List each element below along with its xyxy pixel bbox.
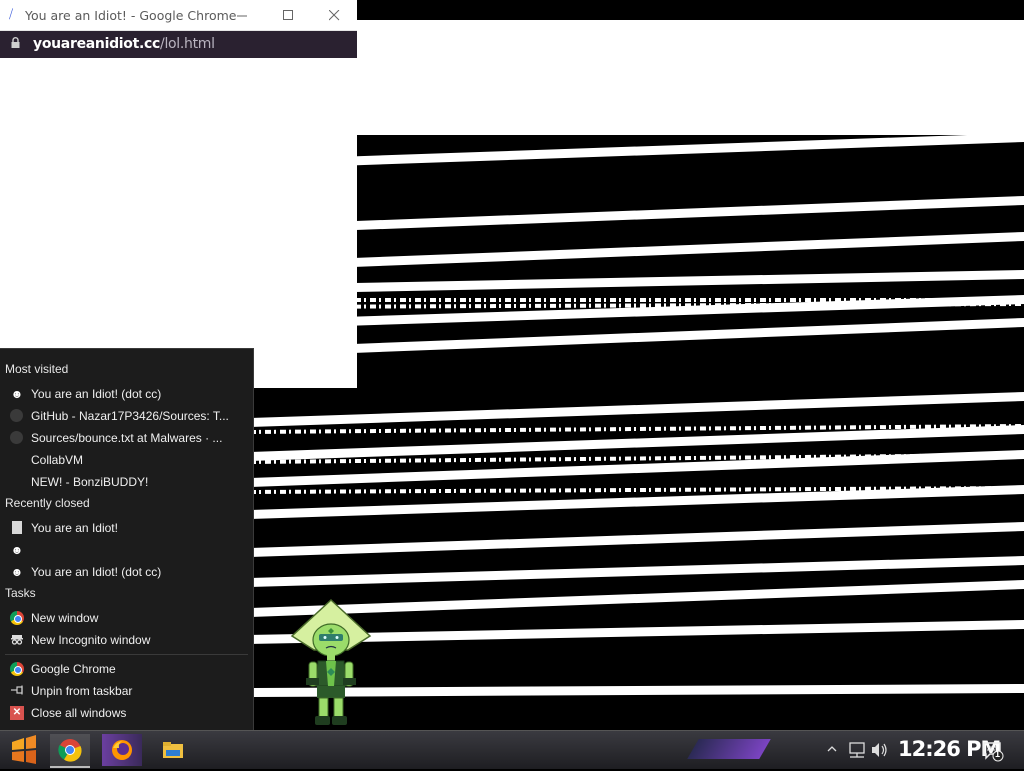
notification-icon — [983, 742, 1004, 762]
incognito-icon — [10, 633, 24, 647]
chrome-icon — [10, 611, 24, 625]
glitch-stripe — [250, 392, 1024, 427]
jump-list-item-label: Close all windows — [31, 706, 127, 720]
start-button[interactable] — [6, 734, 40, 766]
glitch-stripe — [357, 20, 1024, 135]
jump-list-item[interactable]: ☻ You are an Idiot! (dot cc) — [0, 383, 253, 405]
url-path: /lol.html — [160, 36, 215, 52]
smiley-icon: ☻ — [10, 387, 24, 401]
tasks-header: Tasks — [5, 586, 36, 600]
incognito-glyph — [11, 635, 23, 645]
close-all-windows-item[interactable]: ✕ Close all windows — [0, 702, 253, 724]
unpin-from-taskbar-item[interactable]: Unpin from taskbar — [0, 680, 253, 702]
minimize-icon — [236, 15, 247, 16]
jump-list-item-label: Sources/bounce.txt at Malwares · ... — [31, 431, 223, 445]
volume-icon[interactable] — [872, 743, 887, 757]
notification-count: 1 — [995, 749, 1001, 759]
page-icon — [12, 521, 22, 534]
close-button[interactable] — [311, 0, 357, 30]
minimize-button[interactable] — [219, 0, 265, 30]
pin-glyph — [10, 685, 23, 695]
smiley-icon: ☻ — [10, 565, 24, 579]
chrome-icon — [10, 662, 24, 676]
jump-list-item-label: New Incognito window — [31, 633, 151, 647]
jump-list-item-label: Google Chrome — [31, 662, 116, 676]
glitch-stripe — [250, 556, 1024, 587]
peridot-character — [290, 598, 372, 725]
jump-list: Most visited ☻ You are an Idiot! (dot cc… — [0, 348, 254, 731]
jump-list-item-label: You are an Idiot! — [31, 521, 118, 535]
jump-list-item[interactable]: NEW! - BonziBUDDY! — [0, 471, 253, 493]
chrome-icon — [58, 739, 82, 762]
github-icon — [10, 431, 23, 444]
jump-list-item[interactable]: ☻ — [0, 539, 253, 561]
loading-icon: ⧸ — [9, 7, 14, 21]
firefox-icon — [112, 740, 132, 760]
jump-list-item-label: CollabVM — [31, 453, 84, 467]
title-bar[interactable]: ⧸ You are an Idiot! - Google Chrome — [0, 0, 357, 31]
glitch-stripe — [250, 270, 1024, 294]
new-incognito-window-item[interactable]: New Incognito window — [0, 629, 253, 651]
taskbar-chrome-button[interactable] — [50, 734, 90, 768]
jump-list-item-label: You are an Idiot! (dot cc) — [31, 387, 162, 401]
glitch-stripe — [250, 133, 1024, 169]
jump-list-item[interactable]: Sources/bounce.txt at Malwares · ... — [0, 427, 253, 449]
jump-list-item[interactable]: ☻ You are an Idiot! (dot cc) — [0, 561, 253, 583]
chrome-window[interactable]: ⧸ You are an Idiot! - Google Chrome youa… — [0, 0, 357, 388]
jump-list-item-label: NEW! - BonziBUDDY! — [31, 475, 149, 489]
taskbar-firefox-button[interactable] — [102, 734, 142, 766]
taskbar-file-explorer-button[interactable] — [153, 734, 193, 766]
jump-list-separator — [5, 654, 248, 655]
unpin-icon — [10, 684, 24, 698]
jump-list-item-label: GitHub - Nazar17P3426/Sources: T... — [31, 409, 229, 423]
new-window-item[interactable]: New window — [0, 607, 253, 629]
jump-list-item[interactable]: You are an Idiot! — [0, 517, 253, 539]
close-all-icon: ✕ — [10, 706, 24, 720]
recently-closed-header: Recently closed — [5, 496, 90, 510]
taskbar-decoration — [687, 739, 771, 759]
system-tray[interactable] — [826, 731, 896, 769]
maximize-button[interactable] — [265, 0, 311, 30]
start-logo-icon — [12, 735, 36, 764]
chevron-up-icon[interactable] — [827, 746, 837, 752]
maximize-icon — [282, 9, 293, 20]
url-text[interactable]: youareanidiot.cc/lol.html — [33, 36, 215, 52]
jump-list-item-label: You are an Idiot! (dot cc) — [31, 565, 162, 579]
smiley-icon: ☻ — [10, 543, 24, 557]
glitch-stripe — [250, 196, 1024, 234]
lock-icon — [11, 37, 20, 48]
taskbar: 12:26 PM 1 — [0, 730, 1024, 769]
github-icon — [10, 409, 23, 422]
open-chrome-item[interactable]: Google Chrome — [0, 658, 253, 680]
most-visited-header: Most visited — [5, 362, 69, 376]
close-icon — [328, 9, 339, 20]
jump-list-item-label: Unpin from taskbar — [31, 684, 133, 698]
glitch-stripe — [250, 522, 1024, 557]
glitch-stripe — [250, 485, 1024, 519]
folder-icon — [163, 742, 183, 758]
jump-list-item[interactable]: CollabVM — [0, 449, 253, 471]
glitch-stripe — [250, 232, 1024, 271]
address-bar[interactable]: youareanidiot.cc/lol.html — [0, 31, 357, 58]
jump-list-item-label: New window — [31, 611, 99, 625]
url-domain: youareanidiot.cc — [33, 36, 161, 52]
jump-list-item[interactable]: GitHub - Nazar17P3426/Sources: T... — [0, 405, 253, 427]
network-icon[interactable] — [849, 742, 865, 758]
notification-center-button[interactable]: 1 — [982, 740, 1004, 762]
window-title: You are an Idiot! - Google Chrome — [25, 8, 237, 23]
